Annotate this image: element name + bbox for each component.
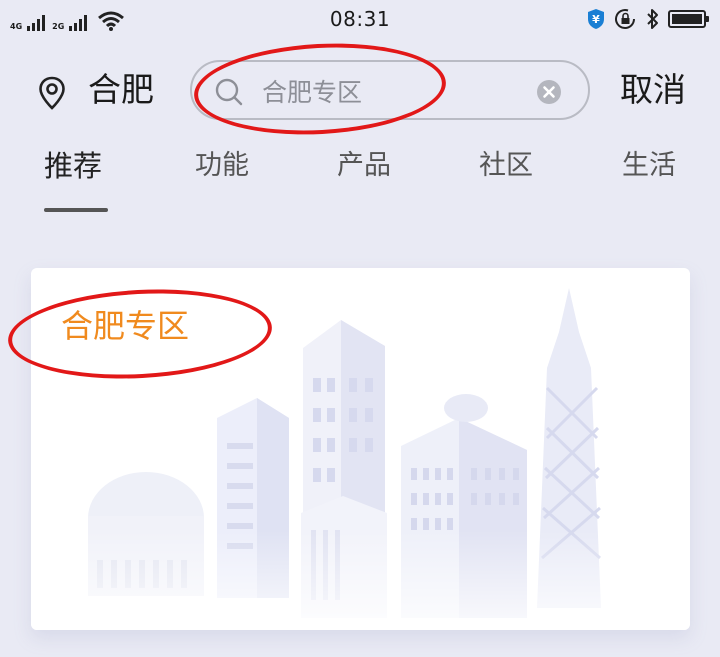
location-pin-icon[interactable] <box>38 76 66 110</box>
wifi-icon <box>98 11 125 31</box>
search-box[interactable] <box>190 60 590 120</box>
search-icon <box>215 78 243 106</box>
status-icons: ¥ <box>586 8 709 30</box>
clear-icon[interactable] <box>536 79 562 105</box>
tab-recommend[interactable]: 推荐 <box>44 146 102 186</box>
network-type-2: 2G <box>52 22 65 31</box>
payment-shield-icon: ¥ <box>588 9 604 29</box>
svg-text:¥: ¥ <box>592 13 600 26</box>
tab-features[interactable]: 功能 <box>195 146 249 186</box>
network-type-1: 4G <box>10 22 23 31</box>
battery-icon <box>668 10 709 28</box>
lock-rotation-icon <box>615 9 635 29</box>
bluetooth-icon <box>647 9 658 29</box>
tab-community[interactable]: 社区 <box>479 146 533 186</box>
card-title: 合肥专区 <box>61 307 190 345</box>
status-bar: 4G 2G 08:31 ¥ <box>0 0 720 38</box>
active-tab-indicator <box>44 208 108 212</box>
signal-indicators: 4G 2G <box>10 7 125 31</box>
tab-life[interactable]: 生活 <box>622 146 676 186</box>
city-selector[interactable]: 合肥 <box>88 68 154 112</box>
cancel-button[interactable]: 取消 <box>620 68 686 112</box>
hefei-zone-card[interactable]: 合肥专区 <box>31 268 690 630</box>
search-input[interactable] <box>262 74 522 108</box>
search-header: 合肥 取消 <box>0 58 720 122</box>
category-tabs: 推荐 功能 产品 社区 生活 <box>0 146 720 216</box>
tab-products[interactable]: 产品 <box>337 146 391 186</box>
signal-icon <box>69 15 88 31</box>
signal-icon <box>27 15 46 31</box>
